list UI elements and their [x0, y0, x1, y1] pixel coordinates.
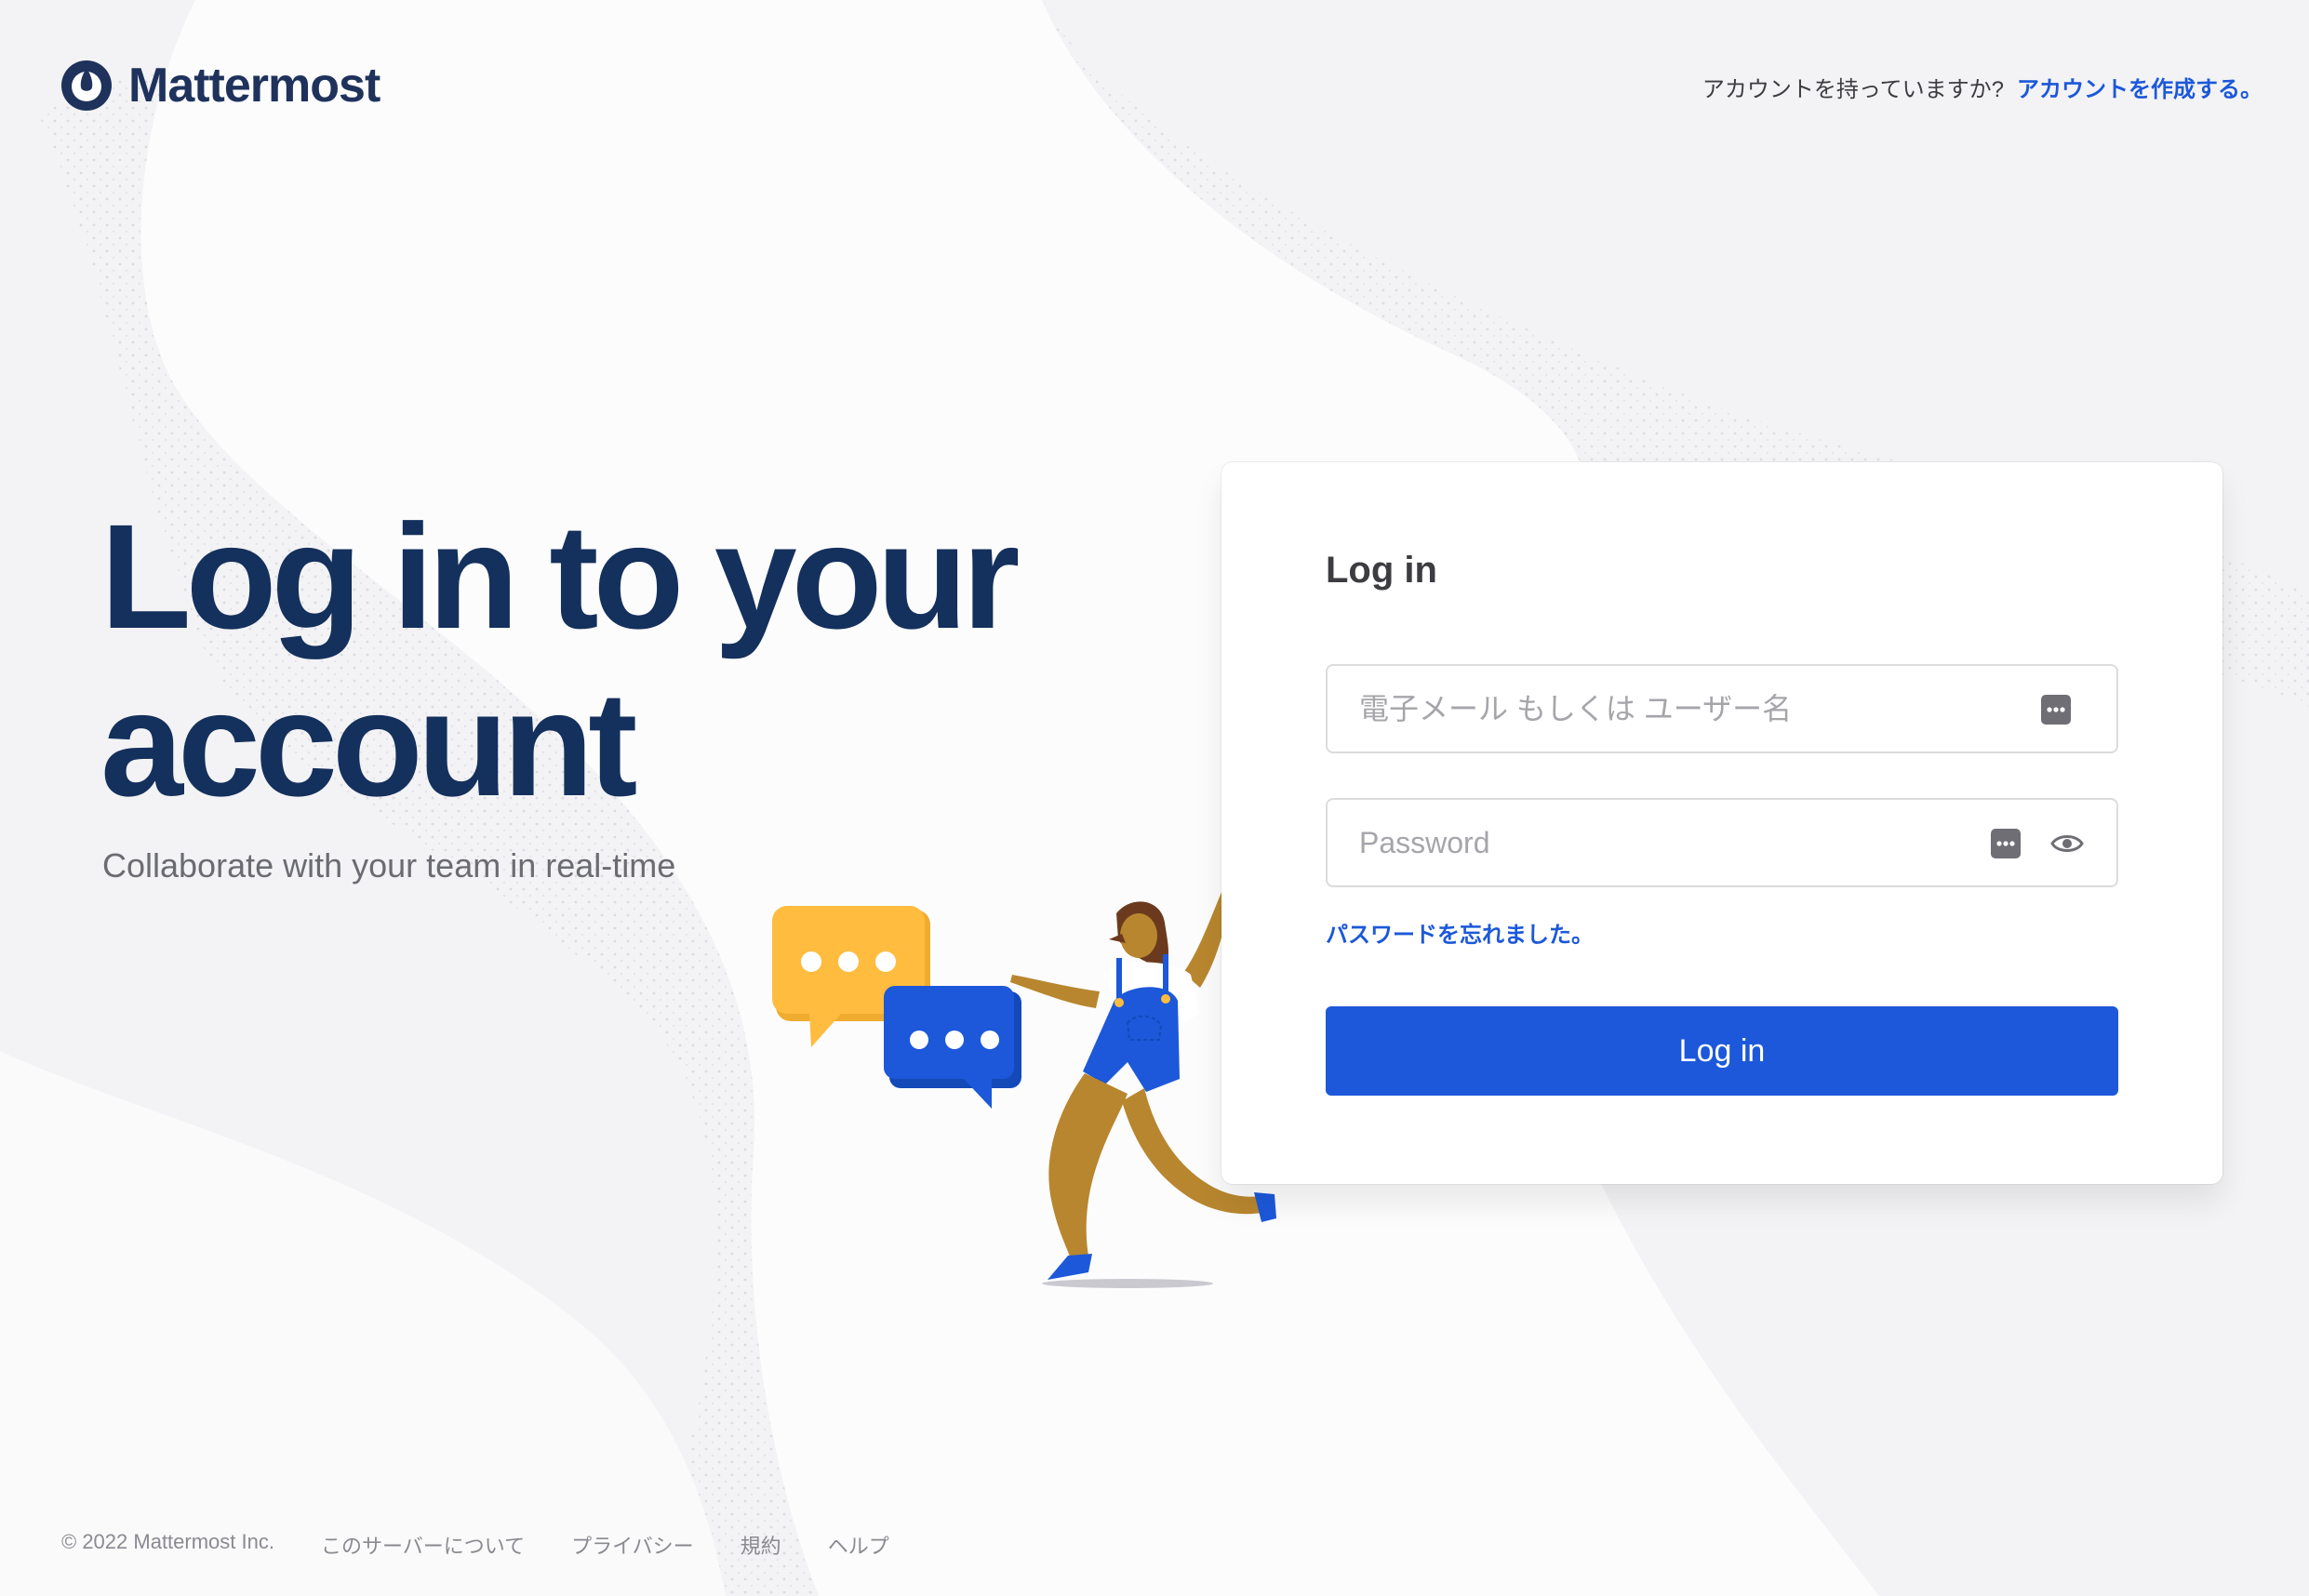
brand-logo[interactable]: Mattermost	[60, 54, 380, 117]
signup-prompt: アカウントを持っていますか? アカウントを作成する。	[1702, 71, 2262, 103]
forgot-password-link[interactable]: パスワードを忘れました。	[1326, 916, 1594, 949]
login-card: Log in パスワードを忘れました。 Log in	[1221, 462, 2222, 1184]
signup-question: アカウントを持っていますか?	[1702, 77, 2004, 102]
password-manager-icon[interactable]	[1990, 828, 2022, 859]
footer-link-terms[interactable]: 規約	[741, 1530, 781, 1560]
footer: © 2022 Mattermost Inc. このサーバーについて プライバシー…	[61, 1530, 889, 1560]
create-account-link[interactable]: アカウントを作成する。	[2017, 71, 2262, 103]
show-password-eye-icon[interactable]	[2049, 826, 2085, 861]
page-title: Log in to your account	[100, 493, 1020, 827]
footer-copyright: © 2022 Mattermost Inc.	[61, 1530, 274, 1553]
email-input[interactable]	[1359, 666, 1992, 751]
blue-chat-bubble-icon	[884, 986, 1021, 1109]
mattermost-logo-icon	[60, 59, 113, 113]
brand-name: Mattermost	[128, 59, 380, 113]
login-button[interactable]: Log in	[1326, 1006, 2118, 1096]
chat-illustration	[772, 885, 1276, 1288]
footer-link-about[interactable]: このサーバーについて	[321, 1530, 525, 1560]
footer-link-help[interactable]: ヘルプ	[828, 1530, 889, 1560]
password-field[interactable]	[1326, 798, 2118, 887]
login-card-title: Log in	[1326, 550, 1437, 591]
page-subtitle: Collaborate with your team in real-time	[102, 846, 676, 884]
password-input[interactable]	[1359, 800, 1992, 885]
password-manager-icon[interactable]	[2040, 694, 2072, 725]
footer-link-privacy[interactable]: プライバシー	[571, 1530, 694, 1560]
email-field[interactable]	[1326, 664, 2118, 753]
